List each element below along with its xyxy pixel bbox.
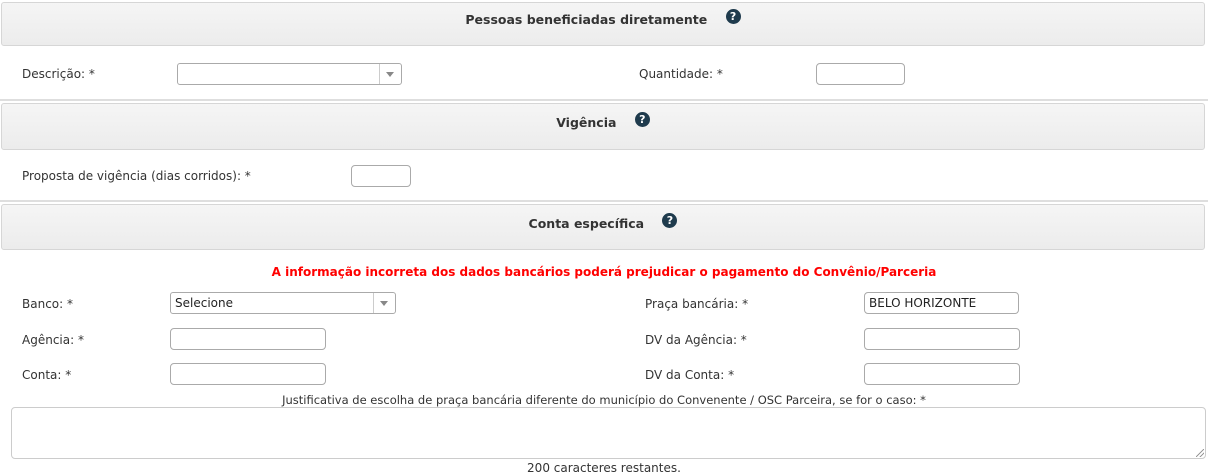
agency-field[interactable] <box>170 328 326 350</box>
validity-proposal-label: Proposta de vigência (dias corridos): * <box>22 169 251 183</box>
bank-square-field[interactable] <box>864 292 1019 314</box>
section-title: Pessoas beneficiadas diretamente <box>465 12 708 27</box>
agency-label: Agência: * <box>22 333 84 347</box>
resize-grip-icon[interactable] <box>1196 449 1204 457</box>
justification-label: Justificativa de escolha de praça bancár… <box>282 393 926 407</box>
chevron-down-icon[interactable] <box>379 64 401 84</box>
bank-square-label: Praça bancária: * <box>645 297 749 311</box>
chars-remaining-text: 200 caracteres restantes. <box>527 461 681 475</box>
chevron-down-icon[interactable] <box>373 293 395 313</box>
account-label: Conta: * <box>22 368 72 382</box>
account-dv-field[interactable] <box>864 363 1020 385</box>
description-select[interactable] <box>177 63 402 85</box>
bank-select[interactable]: Selecione <box>170 292 396 314</box>
agency-dv-label: DV da Agência: * <box>645 333 747 347</box>
validity-proposal-field[interactable] <box>351 165 411 187</box>
divider <box>0 99 1208 101</box>
question-circle-icon[interactable]: ? <box>662 213 678 228</box>
bank-select-value: Selecione <box>175 296 233 310</box>
question-circle-icon[interactable]: ? <box>725 9 741 24</box>
quantity-label: Quantidade: * <box>639 67 723 81</box>
bank-warning-text: A informação incorreta dos dados bancári… <box>271 265 937 279</box>
section-header-account: Conta específica ? <box>1 204 1205 250</box>
question-circle-icon[interactable]: ? <box>634 112 650 127</box>
divider <box>0 200 1208 202</box>
bank-label: Banco: * <box>22 297 73 311</box>
justification-textarea[interactable] <box>11 407 1206 459</box>
description-label: Descrição: * <box>22 67 95 81</box>
section-title: Vigência <box>556 115 617 130</box>
section-title: Conta específica <box>528 216 645 231</box>
account-field[interactable] <box>170 363 326 385</box>
quantity-field[interactable] <box>816 63 905 85</box>
account-dv-label: DV da Conta: * <box>645 368 735 382</box>
agency-dv-field[interactable] <box>864 328 1020 350</box>
section-header-validity: Vigência ? <box>1 103 1205 150</box>
section-header-beneficiaries: Pessoas beneficiadas diretamente ? <box>1 2 1205 46</box>
